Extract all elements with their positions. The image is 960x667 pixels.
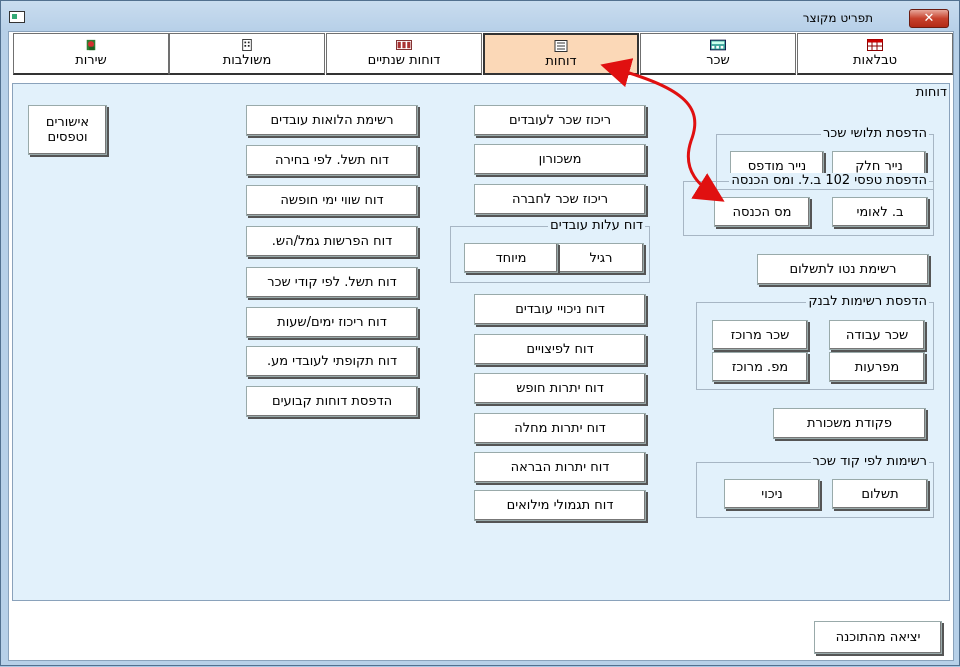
- approvals-label: אישורים: [45, 115, 90, 130]
- vacation-value-report-button[interactable]: דוח שווי ימי חופשה: [246, 185, 418, 216]
- app-icon: [9, 11, 25, 23]
- tab-service[interactable]: שירות: [13, 33, 169, 75]
- group-legend: הדפסת טפסי 102 ב.ל. ומס הכנסה: [729, 173, 929, 188]
- close-button[interactable]: ✕: [909, 9, 949, 28]
- building-icon: [242, 39, 252, 51]
- tab-label: משולבות: [222, 53, 272, 68]
- calculator-icon: [710, 39, 726, 51]
- employee-costs-group: דוח עלות עובדים רגיל מיוחד: [450, 218, 650, 283]
- regular-button[interactable]: רגיל: [558, 243, 644, 273]
- payments-by-choice-report-button[interactable]: דוח תשל. לפי בחירה: [246, 145, 418, 176]
- tab-label: שירות: [75, 53, 107, 68]
- severance-report-button[interactable]: דוח לפיצויים: [474, 334, 646, 365]
- net-pay-list-button[interactable]: רשימת נטו לתשלום: [757, 254, 929, 285]
- recovery-balance-report-button[interactable]: דוח יתרות הבראה: [474, 452, 646, 483]
- payment-button[interactable]: תשלום: [832, 479, 928, 509]
- print-fixed-reports-button[interactable]: הדפסת דוחות קבועים: [246, 386, 418, 417]
- title-bar: תפריט מקוצר ✕: [1, 1, 959, 31]
- tab-salary[interactable]: שכר: [640, 33, 796, 75]
- payroll-order-button[interactable]: פקודת משכורת: [773, 408, 926, 439]
- group-legend: רשימות לפי קוד שכר: [810, 454, 929, 469]
- tab-label: שכר: [706, 53, 730, 68]
- form-102-print-group: הדפסת טפסי 102 ב.ל. ומס הכנסה ב. לאומי מ…: [683, 173, 934, 236]
- work-salary-button[interactable]: שכר עבודה: [829, 320, 925, 350]
- tab-annual-reports[interactable]: דוחות שנתיים: [326, 33, 482, 75]
- employee-deductions-report-button[interactable]: דוח ניכויי עובדים: [474, 294, 646, 325]
- tab-label: דוחות שנתיים: [367, 53, 441, 68]
- income-tax-button[interactable]: מס הכנסה: [714, 197, 810, 227]
- vacation-balance-report-button[interactable]: דוח יתרות חופש: [474, 373, 646, 404]
- reserve-duty-report-button[interactable]: דוח תגמולי מילואים: [474, 490, 646, 521]
- client-area: טבלאות שכר דוחות דוחות שנתיים משולבות שי…: [8, 31, 954, 661]
- days-hours-summary-report-button[interactable]: דוח ריכוז ימים/שעות: [246, 307, 418, 338]
- periodic-vat-employees-report-button[interactable]: דוח תקופתי לעובדי מע.: [246, 346, 418, 377]
- advances-button[interactable]: מפרעות: [829, 352, 925, 382]
- tab-label: טבלאות: [852, 53, 898, 68]
- national-insurance-button[interactable]: ב. לאומי: [832, 197, 928, 227]
- pension-provisions-report-button[interactable]: דוח הפרשות גמל/הש.: [246, 226, 418, 257]
- table-icon: [867, 39, 883, 51]
- employee-salary-summary-button[interactable]: ריכוז שכר לעובדים: [474, 105, 646, 136]
- tab-combined[interactable]: משולבות: [169, 33, 325, 75]
- service-icon: [86, 39, 96, 51]
- tab-label: דוחות: [545, 54, 577, 69]
- wage-code-lists-group: רשימות לפי קוד שכר תשלום ניכוי: [696, 454, 934, 518]
- consolidated-advances-button[interactable]: מפ. מרוכז: [712, 352, 808, 382]
- special-button[interactable]: מיוחד: [464, 243, 558, 273]
- forms-label: וטפסים: [47, 130, 88, 145]
- tab-reports[interactable]: דוחות: [483, 33, 639, 75]
- exit-button[interactable]: יציאה מהתוכנה: [814, 621, 942, 654]
- group-legend: הדפסת רשימות לבנק: [806, 294, 929, 309]
- bank-lists-group: הדפסת רשימות לבנק שכר עבודה שכר מרוכז מפ…: [696, 294, 934, 390]
- report-icon: [554, 40, 568, 52]
- reports-panel: דוחות הדפסת תלושי שכר נייר חלק נייר מודפ…: [12, 83, 950, 601]
- approvals-and-forms-button[interactable]: אישורים וטפסים: [28, 105, 107, 155]
- company-salary-summary-button[interactable]: ריכוז שכר לחברה: [474, 184, 646, 215]
- main-window: תפריט מקוצר ✕ טבלאות שכר דוחות דוחות שנת…: [0, 0, 960, 666]
- employee-loans-list-button[interactable]: רשימת הלואות עובדים: [246, 105, 418, 136]
- tab-tables[interactable]: טבלאות: [797, 33, 953, 75]
- panel-title: דוחות: [915, 85, 947, 100]
- group-legend: דוח עלות עובדים: [548, 218, 645, 233]
- tab-bar: טבלאות שכר דוחות דוחות שנתיים משולבות שי…: [13, 33, 953, 75]
- consolidated-salary-button[interactable]: שכר מרוכז: [712, 320, 808, 350]
- deduction-button[interactable]: ניכוי: [724, 479, 820, 509]
- window-title: תפריט מקוצר: [802, 11, 873, 25]
- payslip-button[interactable]: משכורון: [474, 144, 646, 175]
- annual-report-icon: [396, 40, 412, 50]
- payments-by-wage-codes-report-button[interactable]: דוח תשל. לפי קודי שכר: [246, 267, 418, 298]
- sick-leave-balance-report-button[interactable]: דוח יתרות מחלה: [474, 413, 646, 444]
- group-legend: הדפסת תלושי שכר: [821, 126, 929, 141]
